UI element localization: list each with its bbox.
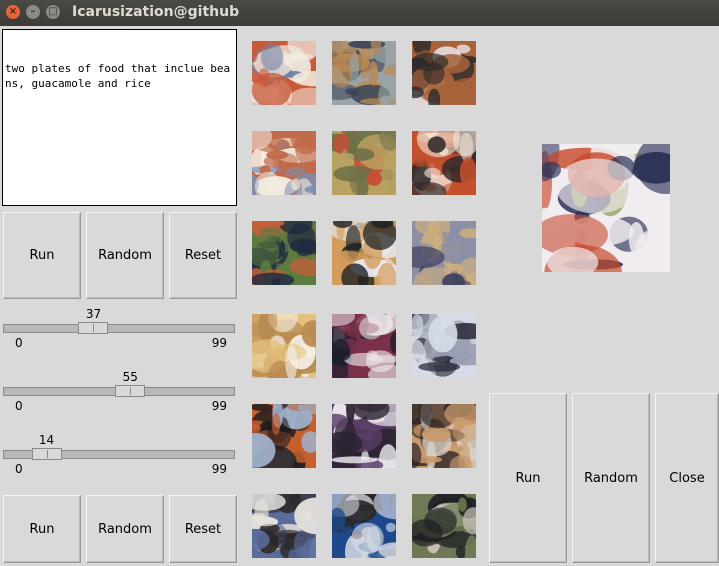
generated-image-thumbnail [332, 41, 396, 105]
slider-value: 55 [122, 370, 138, 384]
slider-min-label: 0 [15, 399, 23, 413]
preview-image [542, 144, 670, 272]
generated-image-thumbnail [252, 221, 316, 285]
generated-image-thumbnail [252, 404, 316, 468]
random-button[interactable]: Random [86, 212, 164, 299]
caption-textarea[interactable]: two plates of food that inclue beans, gu… [2, 29, 237, 206]
generated-image-thumbnail [412, 404, 476, 468]
generated-image-thumbnail [332, 494, 396, 558]
slider-min-label: 0 [15, 336, 23, 350]
generated-image-thumbnail [412, 494, 476, 558]
window-title: Icarusization@github [72, 4, 240, 20]
generated-image-thumbnail [412, 314, 476, 378]
run-button[interactable]: Run [3, 212, 81, 299]
slider-max-label: 99 [211, 399, 227, 413]
close-window-icon[interactable]: × [6, 5, 20, 19]
maximize-window-icon[interactable]: □ [46, 5, 60, 19]
generated-image-thumbnail [412, 41, 476, 105]
slider-max-label: 99 [211, 462, 227, 476]
title-bar: × – □ Icarusization@github [0, 0, 719, 26]
slider-value: 37 [85, 307, 102, 321]
close-button[interactable]: Close [655, 393, 719, 563]
generated-image-thumbnail [332, 314, 396, 378]
run-button-right[interactable]: Run [489, 393, 567, 563]
generated-image-thumbnail [412, 221, 476, 285]
slider-trough[interactable] [3, 324, 235, 333]
random-button-right[interactable]: Random [572, 393, 650, 563]
generated-image-thumbnail [252, 131, 316, 195]
reset-button-bottom[interactable]: Reset [169, 495, 237, 563]
slider-min-label: 0 [15, 462, 23, 476]
generated-image-thumbnail [332, 131, 396, 195]
slider-2[interactable]: 55 0 99 [3, 370, 237, 430]
slider-1[interactable]: 37 0 99 [3, 307, 237, 367]
caption-text: two plates of food that inclue beans, gu… [5, 62, 231, 90]
slider-3[interactable]: 14 0 99 [3, 433, 237, 493]
generated-image-thumbnail [412, 131, 476, 195]
reset-button[interactable]: Reset [169, 212, 237, 299]
generated-image-thumbnail [252, 41, 316, 105]
generated-image-thumbnail [252, 494, 316, 558]
slider-max-label: 99 [211, 336, 227, 350]
random-button-bottom[interactable]: Random [86, 495, 164, 563]
slider-value: 14 [38, 433, 55, 447]
run-button-bottom[interactable]: Run [3, 495, 81, 563]
slider-handle[interactable] [78, 322, 109, 334]
minimize-window-icon[interactable]: – [26, 5, 40, 19]
generated-image-thumbnail [252, 314, 316, 378]
generated-image-thumbnail [332, 221, 396, 285]
slider-handle[interactable] [115, 385, 146, 397]
slider-handle[interactable] [31, 448, 62, 460]
generated-image-thumbnail [332, 404, 396, 468]
